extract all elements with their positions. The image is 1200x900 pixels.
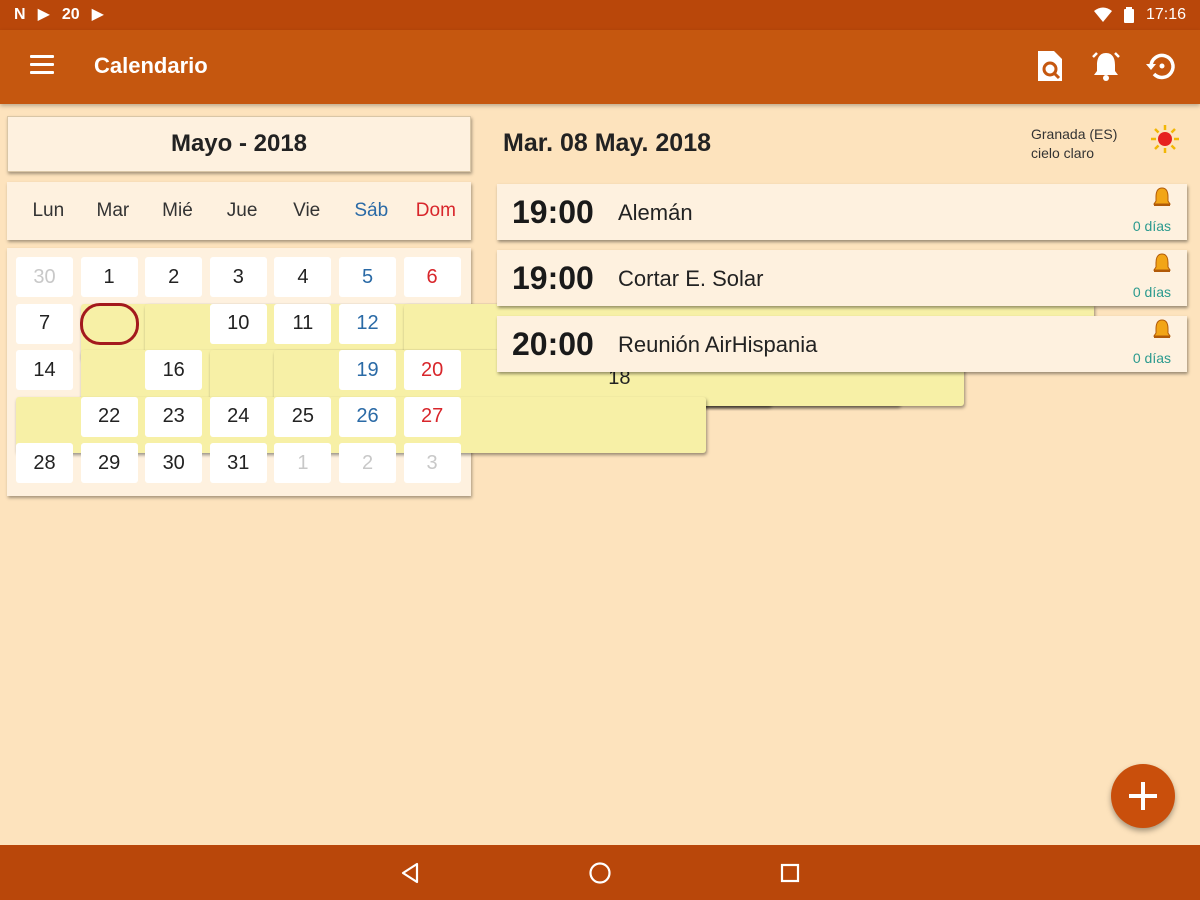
calendar-day[interactable]: 3: [403, 443, 461, 483]
weekday-label-sunday: Dom: [415, 200, 456, 221]
app-bar: Calendario: [0, 30, 1200, 104]
status-bar: N ▶ 20 ▶ 17:16: [0, 0, 1200, 30]
alarm-bell-icon: [1153, 253, 1171, 272]
weather-info: Granada (ES) cielo claro: [1031, 125, 1117, 163]
event-time: 19:00: [512, 194, 594, 230]
calendar-day[interactable]: 14: [16, 350, 73, 390]
calendar-day[interactable]: 25: [274, 396, 332, 437]
month-grid: 30 1 2 3 4 5 6 7 8 9 10 11 12 13 14 15 1…: [7, 248, 1094, 496]
menu-icon[interactable]: [30, 55, 54, 75]
weekday-header: Lun Mar Mié Jue Vie Sáb Dom: [7, 182, 471, 240]
calendar-day[interactable]: 5: [339, 257, 396, 297]
event-item[interactable]: 19:00 Cortar E. Solar 0 días: [497, 250, 1187, 306]
calendar-day[interactable]: 30: [145, 443, 203, 483]
wifi-icon: [1093, 7, 1112, 22]
weather-condition: cielo claro: [1031, 145, 1095, 161]
battery-icon: [1123, 7, 1134, 23]
selected-date: Mar. 08 May. 2018: [503, 129, 712, 157]
event-countdown: 0 días: [1132, 218, 1171, 234]
calendar-day[interactable]: 6: [403, 257, 461, 297]
calendar-day[interactable]: 1: [274, 443, 332, 483]
calendar-day[interactable]: 2: [145, 257, 203, 297]
notification-play-icon: ▶: [37, 6, 50, 23]
calendar-day[interactable]: 11: [274, 303, 332, 344]
sun-icon: [1151, 125, 1179, 153]
weekday-label: Mar: [96, 200, 130, 221]
history-icon[interactable]: [1143, 48, 1179, 84]
weekday-label: Vie: [293, 200, 321, 221]
clock: 17:16: [1145, 6, 1186, 23]
event-title: Cortar E. Solar: [618, 266, 764, 291]
calendar-day[interactable]: 12: [339, 303, 396, 344]
add-event-button[interactable]: [1111, 764, 1175, 828]
calendar-day[interactable]: 28: [16, 443, 73, 483]
event-title: Reunión AirHispania: [618, 332, 818, 357]
notification-n-icon: N: [14, 6, 26, 23]
calendar-day[interactable]: 30: [16, 257, 73, 297]
event-title: Alemán: [618, 200, 693, 225]
event-countdown: 0 días: [1132, 350, 1171, 366]
calendar-day[interactable]: 19: [339, 350, 396, 390]
event-item[interactable]: 20:00 Reunión AirHispania 0 días: [497, 316, 1187, 372]
weekday-label-saturday: Sáb: [354, 200, 389, 221]
calendar-day[interactable]: 24: [209, 396, 267, 437]
event-item[interactable]: 19:00 Alemán 0 días: [497, 184, 1187, 240]
month-title[interactable]: Mayo - 2018: [7, 116, 471, 172]
app-title: Calendario: [94, 53, 208, 78]
event-time: 20:00: [512, 326, 594, 362]
calendar-day[interactable]: 10: [209, 303, 267, 344]
weekday-label: Jue: [226, 200, 258, 221]
calendar-day[interactable]: 20: [403, 350, 461, 390]
notification-20-icon: 20: [61, 6, 80, 23]
event-time: 19:00: [512, 260, 594, 296]
calendar-day[interactable]: 31: [209, 443, 267, 483]
calendar-day[interactable]: 29: [80, 443, 138, 483]
weather-location: Granada (ES): [1031, 126, 1118, 142]
recents-icon[interactable]: [776, 859, 804, 887]
calendar-day[interactable]: 27: [403, 396, 461, 437]
document-search-icon[interactable]: [1032, 48, 1068, 84]
system-icons: 17:16: [1093, 6, 1186, 24]
calendar-day[interactable]: 7: [16, 303, 73, 344]
back-icon[interactable]: [397, 859, 425, 887]
calendar-day[interactable]: 4: [274, 257, 332, 297]
home-icon[interactable]: [586, 859, 614, 887]
navigation-bar: [0, 845, 1200, 900]
weekday-label: Mié: [162, 200, 193, 221]
calendar-day[interactable]: 26: [339, 396, 396, 437]
alarm-bell-icon: [1153, 319, 1171, 338]
calendar-day[interactable]: 2: [339, 443, 396, 483]
alarm-bell-icon[interactable]: [1088, 48, 1124, 84]
alarm-bell-icon: [1153, 187, 1171, 206]
event-countdown: 0 días: [1132, 284, 1171, 300]
weekday-label: Lun: [32, 200, 65, 221]
calendar-day[interactable]: 22: [80, 396, 138, 437]
calendar-day[interactable]: 3: [209, 257, 267, 297]
calendar-day[interactable]: 23: [145, 396, 203, 437]
notification-icons: N ▶ 20 ▶: [14, 7, 104, 23]
notification-play-icon: ▶: [91, 6, 104, 23]
calendar-day[interactable]: 16: [145, 350, 203, 390]
calendar-day[interactable]: 1: [80, 257, 138, 297]
